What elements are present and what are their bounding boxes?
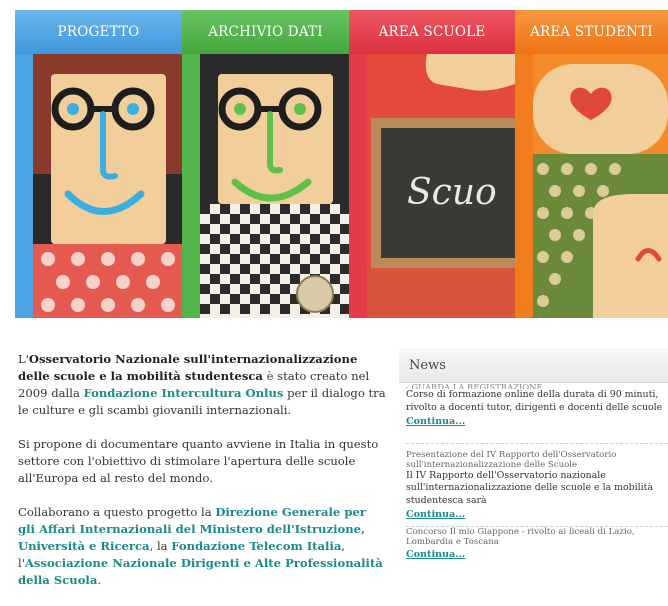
tab-area-studenti-label[interactable]: AREA STUDENTI [515, 10, 668, 54]
news-item-text: Il IV Rapporto dell'Osservatorio naziona… [406, 469, 654, 506]
news-item-heading: Presentazione del IV Rapporto dell'Osser… [406, 449, 617, 470]
nav-archivio-dati[interactable]: ARCHIVIO DATI [182, 10, 349, 318]
studenti-illustration [533, 54, 668, 318]
intro-paragraph-1: L'Osservatorio Nazionale sull'internazio… [18, 351, 386, 419]
intro-p3-post: . [97, 573, 102, 587]
link-fondazione-telecom[interactable]: Fondazione Telecom Italia [171, 539, 341, 553]
news-item-continua-link[interactable]: Continua... [406, 509, 465, 522]
progetto-illustration [33, 54, 182, 318]
intro-paragraph-3: Collaborano a questo progetto la Direzio… [18, 504, 386, 589]
news-item: Corso di formazione online della durata … [406, 389, 668, 444]
news-item-continua-link[interactable]: Continua... [406, 549, 465, 562]
link-fondazione-intercultura[interactable]: Fondazione Intercultura Onlus [84, 386, 284, 400]
chalkboard-text: Scuo [407, 172, 497, 213]
news-list[interactable]: - GUARDA LA REGISTRAZIONE Corso di forma… [399, 383, 668, 561]
archivio-illustration [200, 54, 349, 318]
tab-archivio-dati-label[interactable]: ARCHIVIO DATI [182, 10, 349, 54]
news-item: Presentazione del IV Rapporto dell'Osser… [406, 444, 668, 527]
intro-p3-mid1: , la [149, 539, 172, 553]
intro-text: L'Osservatorio Nazionale sull'internazio… [18, 351, 386, 606]
nav-area-scuole[interactable]: AREA SCUOLE Scuo [349, 10, 515, 318]
scuole-illustration: Scuo [367, 54, 515, 318]
nav-progetto[interactable]: PROGETTO [15, 10, 182, 318]
tab-area-scuole-label[interactable]: AREA SCUOLE [349, 10, 515, 54]
nav-panels: PROGETTO ARCHIVIO DATI AREA SCUOLE Scuo … [15, 10, 668, 318]
news-item-continua-link[interactable]: Continua... [406, 416, 465, 429]
intro-p3-pre: Collaborano a questo progetto la [18, 505, 216, 519]
intro-p1-pre: L' [18, 352, 29, 366]
news-item: Concorso Il mio Giappone - rivolto ai li… [406, 527, 668, 562]
news-title: News [399, 348, 668, 383]
news-box: News - GUARDA LA REGISTRAZIONE Corso di … [399, 348, 668, 561]
news-item-heading: Concorso Il mio Giappone - rivolto ai li… [406, 526, 635, 547]
news-item-text: Corso di formazione online della durata … [406, 389, 663, 413]
tab-progetto-label[interactable]: PROGETTO [15, 10, 182, 54]
nav-area-studenti[interactable]: AREA STUDENTI [515, 10, 668, 318]
intro-paragraph-2: Si propone di documentare quanto avviene… [18, 437, 379, 485]
